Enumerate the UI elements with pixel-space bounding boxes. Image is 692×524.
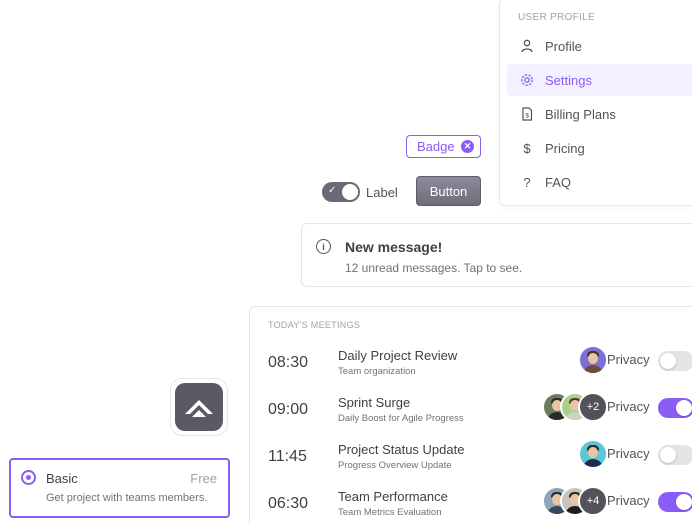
- plan-price: Free: [190, 471, 217, 486]
- plan-description: Get project with teams members.: [46, 492, 208, 504]
- user-icon: [519, 38, 535, 54]
- meeting-row: 11:45 Project Status Update Progress Ove…: [250, 439, 692, 485]
- avatar: [578, 439, 608, 469]
- privacy-toggle[interactable]: [658, 398, 692, 418]
- toggle-knob: [342, 184, 358, 200]
- message-alert[interactable]: i New message! 12 unread messages. Tap t…: [301, 223, 692, 287]
- meeting-title: Team Performance: [338, 489, 448, 504]
- label-toggle[interactable]: ✓: [322, 182, 360, 202]
- privacy-label: Privacy: [607, 399, 650, 414]
- menu-item-pricing[interactable]: $ Pricing: [507, 132, 692, 164]
- alert-description: 12 unread messages. Tap to see.: [345, 261, 523, 275]
- check-icon: ✓: [328, 185, 337, 196]
- menu-item-label: Settings: [545, 72, 592, 88]
- info-icon: i: [316, 239, 331, 254]
- badge: Badge ✕: [406, 135, 481, 158]
- menu-item-label: Profile: [545, 38, 582, 54]
- gear-icon: [519, 72, 535, 88]
- meeting-time: 06:30: [268, 495, 309, 512]
- privacy-toggle[interactable]: [658, 445, 692, 465]
- privacy-toggle[interactable]: [658, 492, 692, 512]
- app-icon-frame[interactable]: [170, 378, 228, 436]
- badge-label: Badge: [417, 139, 455, 154]
- meeting-time: 08:30: [268, 354, 309, 371]
- plan-name: Basic: [46, 471, 78, 486]
- privacy-label: Privacy: [607, 446, 650, 461]
- menu-header: USER PROFILE: [518, 12, 595, 23]
- attendee-avatars: +2: [542, 392, 608, 422]
- plan-radio[interactable]: [21, 470, 36, 485]
- menu-item-billing-plans[interactable]: $ Billing Plans: [507, 98, 692, 130]
- meeting-title: Project Status Update: [338, 442, 465, 457]
- meeting-row: 08:30 Daily Project Review Team organiza…: [250, 345, 692, 391]
- attendee-avatars: +4: [542, 486, 608, 516]
- menu-item-faq[interactable]: ? FAQ: [507, 166, 692, 198]
- plan-option-basic[interactable]: Basic Free Get project with teams member…: [9, 458, 230, 518]
- meetings-card: TODAY'S MEETINGS 08:30 Daily Project Rev…: [249, 306, 692, 524]
- meeting-subtitle: Progress Overview Update: [338, 460, 452, 471]
- attendee-avatars: [578, 345, 608, 375]
- meeting-subtitle: Team Metrics Evaluation: [338, 507, 442, 518]
- question-icon: ?: [523, 174, 531, 190]
- meeting-row: 09:00 Sprint Surge Daily Boost for Agile…: [250, 392, 692, 438]
- menu-item-profile[interactable]: Profile: [507, 30, 692, 62]
- avatar: [578, 345, 608, 375]
- menu-item-label: Pricing: [545, 140, 585, 156]
- attendee-avatars: [578, 439, 608, 469]
- dollar-file-icon: $: [519, 106, 535, 122]
- primary-button[interactable]: Button: [416, 176, 481, 206]
- extra-attendees-count: +2: [578, 392, 608, 422]
- close-icon[interactable]: ✕: [461, 140, 474, 153]
- menu-item-label: Billing Plans: [545, 106, 616, 122]
- alert-title: New message!: [345, 239, 443, 255]
- meeting-time: 11:45: [268, 448, 307, 465]
- meeting-title: Sprint Surge: [338, 395, 411, 410]
- meeting-subtitle: Daily Boost for Agile Progress: [338, 413, 464, 424]
- meeting-title: Daily Project Review: [338, 348, 458, 363]
- meetings-header: TODAY'S MEETINGS: [268, 320, 361, 330]
- meeting-subtitle: Team organization: [338, 366, 416, 377]
- svg-text:$: $: [525, 113, 529, 120]
- dollar-icon: $: [523, 140, 531, 156]
- privacy-label: Privacy: [607, 493, 650, 508]
- user-profile-menu: USER PROFILE Profile Settings $ Billing …: [499, 0, 692, 206]
- meeting-time: 09:00: [268, 401, 309, 418]
- toggle-label: Label: [366, 185, 398, 200]
- menu-item-label: FAQ: [545, 174, 572, 190]
- privacy-toggle[interactable]: [658, 351, 692, 371]
- menu-item-settings[interactable]: Settings: [507, 64, 692, 96]
- meeting-row: 06:30 Team Performance Team Metrics Eval…: [250, 486, 692, 524]
- extra-attendees-count: +4: [578, 486, 608, 516]
- privacy-label: Privacy: [607, 352, 650, 367]
- app-logo-icon: [175, 383, 223, 431]
